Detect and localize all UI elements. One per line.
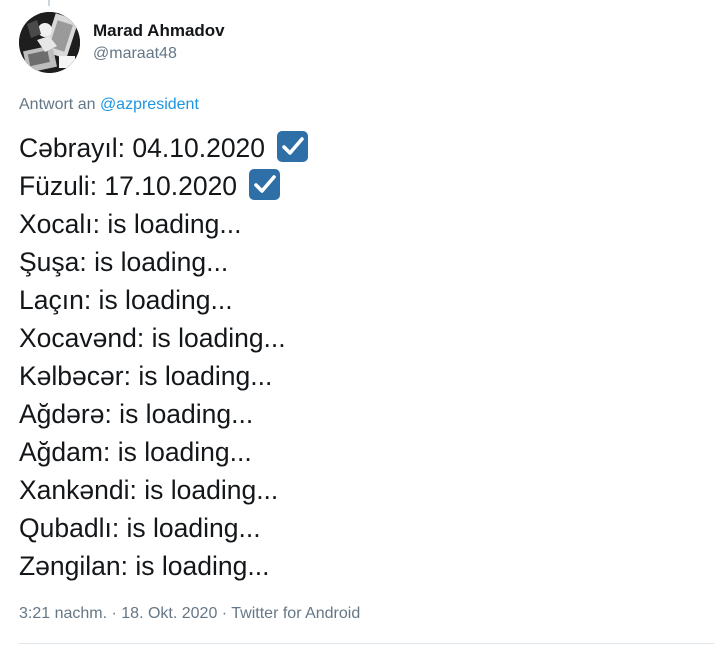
tweet-line-text: Kəlbəcər: is loading...	[19, 361, 273, 391]
meta-separator: ·	[217, 605, 232, 622]
tweet-line-text: Laçın: is loading...	[19, 285, 233, 315]
tweet-line-text: Cəbrayıl: 04.10.2020	[19, 133, 266, 163]
check-mark-icon	[277, 130, 309, 162]
tweet-line-text: Ağdərə: is loading...	[19, 399, 254, 429]
tweet-date[interactable]: 18. Okt. 2020	[121, 605, 217, 622]
avatar[interactable]	[19, 12, 80, 73]
reply-to-line: Antwort an @azpresident	[19, 94, 199, 116]
tweet-line: Ağdərə: is loading...	[19, 395, 308, 433]
tweet-line-text: Füzuli: 17.10.2020	[19, 171, 238, 201]
tweet-header: Marad Ahmadov @maraat48	[19, 12, 225, 73]
tweet-line: Ağdam: is loading...	[19, 433, 308, 471]
tweet-line-text: Xocalı: is loading...	[19, 209, 242, 239]
author-names: Marad Ahmadov @maraat48	[93, 20, 225, 65]
divider	[19, 643, 714, 644]
avatar-photo-icon	[19, 12, 80, 73]
tweet-line: Qubadlı: is loading...	[19, 509, 308, 547]
tweet-line: Xankəndi: is loading...	[19, 471, 308, 509]
tweet-line-text: Xocavənd: is loading...	[19, 323, 286, 353]
reply-to-prefix: Antwort an	[19, 96, 96, 113]
tweet-line-text: Qubadlı: is loading...	[19, 513, 261, 543]
thread-connector-line	[48, 0, 50, 6]
tweet-line-text: Zəngilan: is loading...	[19, 551, 270, 581]
tweet-meta: 3:21 nachm. · 18. Okt. 2020 · Twitter fo…	[19, 603, 360, 625]
tweet-line: Şuşa: is loading...	[19, 243, 308, 281]
reply-mention-link[interactable]: @azpresident	[100, 96, 199, 113]
tweet-line: Xocalı: is loading...	[19, 205, 308, 243]
tweet-text: Cəbrayıl: 04.10.2020 Füzuli: 17.10.2020 Xo…	[19, 129, 309, 585]
author-display-name[interactable]: Marad Ahmadov	[93, 20, 225, 42]
tweet-source[interactable]: Twitter for Android	[231, 605, 360, 622]
tweet-line: Cəbrayıl: 04.10.2020	[19, 129, 309, 167]
tweet-line-text: Ağdam: is loading...	[19, 437, 252, 467]
tweet-line: Füzuli: 17.10.2020	[19, 167, 308, 205]
tweet-line: Kəlbəcər: is loading...	[19, 357, 308, 395]
author-handle[interactable]: @maraat48	[93, 43, 225, 65]
meta-separator: ·	[107, 605, 122, 622]
tweet-line: Laçın: is loading...	[19, 281, 308, 319]
tweet-line: Xocavənd: is loading...	[19, 319, 308, 357]
tweet-line-text: Xankəndi: is loading...	[19, 475, 279, 505]
tweet-time[interactable]: 3:21 nachm.	[19, 605, 107, 622]
tweet-line: Zəngilan: is loading...	[19, 547, 308, 585]
check-mark-icon	[249, 168, 281, 200]
tweet-line-text: Şuşa: is loading...	[19, 247, 229, 277]
